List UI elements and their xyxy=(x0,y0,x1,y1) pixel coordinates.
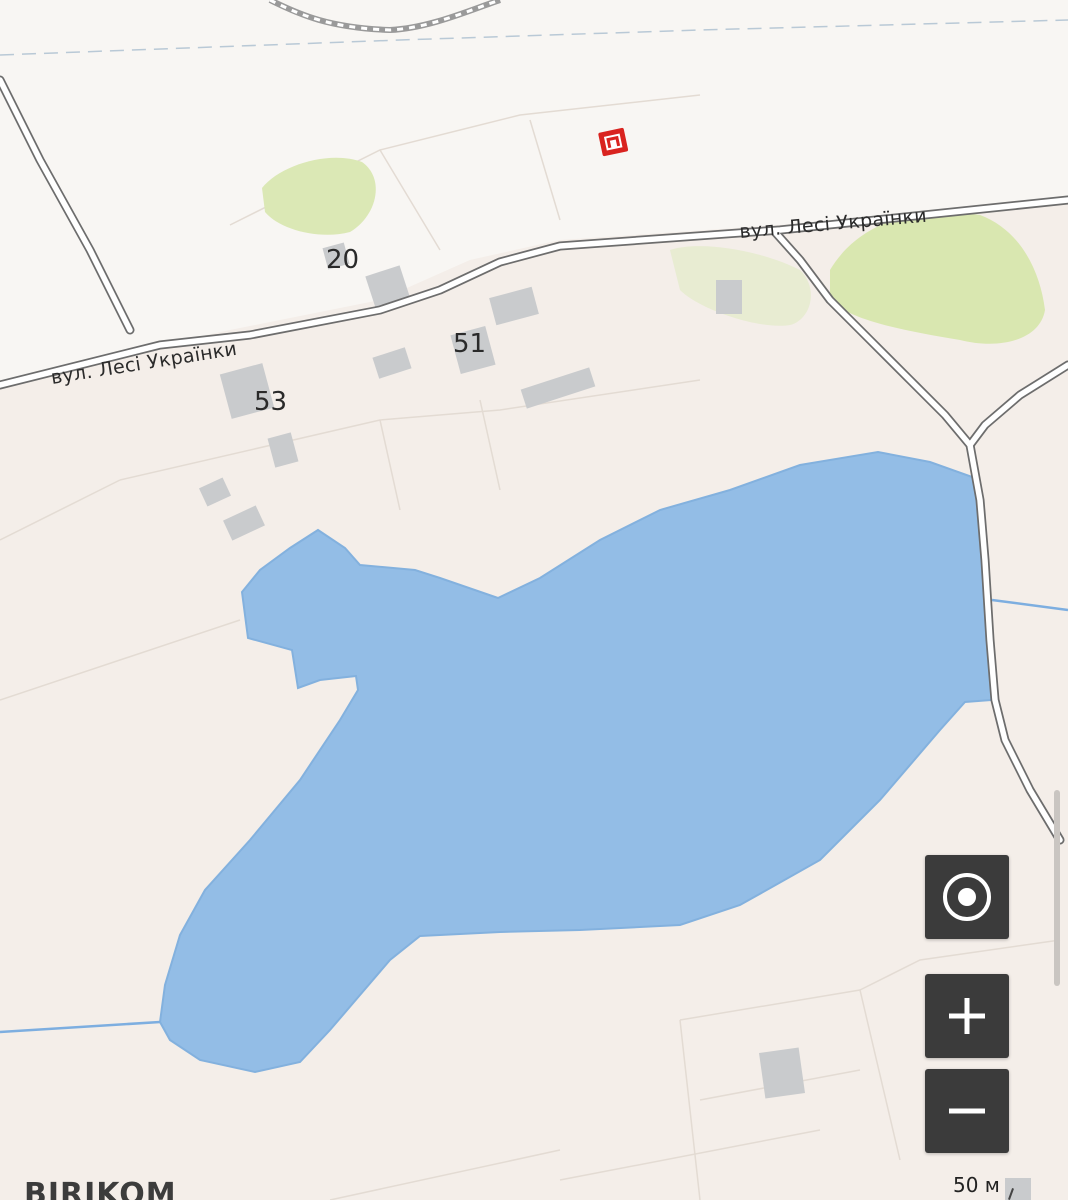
house-number: 53 xyxy=(254,387,287,417)
locate-button[interactable] xyxy=(925,855,1009,939)
scale-label: 50 м xyxy=(953,1173,1000,1197)
plus-icon xyxy=(945,994,989,1038)
scrollbar[interactable] xyxy=(1054,790,1060,986)
house-number: 20 xyxy=(326,245,359,275)
brand-logo: BIRIKOM xyxy=(24,1177,177,1200)
zoom-out-button[interactable] xyxy=(925,1069,1009,1153)
map-layer[interactable]: вул. Лесі Українки вул. Лесі Українки 20… xyxy=(0,0,1068,1200)
locate-icon xyxy=(940,870,994,924)
map-canvas[interactable]: вул. Лесі Українки вул. Лесі Українки 20… xyxy=(0,0,1068,1200)
zoom-in-button[interactable] xyxy=(925,974,1009,1058)
house-number: 51 xyxy=(453,329,486,359)
minus-icon xyxy=(945,1089,989,1133)
